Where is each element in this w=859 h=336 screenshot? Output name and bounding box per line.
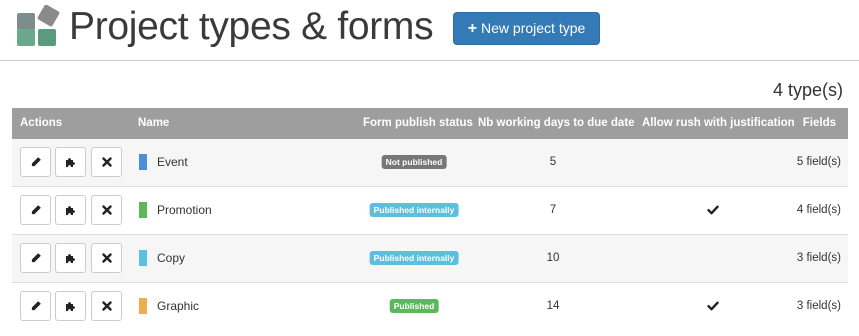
type-name: Graphic (157, 299, 200, 313)
due-days-value: 7 (549, 204, 557, 216)
publish-status-badge: Published (389, 299, 439, 313)
table-body: Event Not published 5 5 field(s) Promotion Pu… (12, 139, 848, 330)
puzzle-icon (66, 253, 75, 263)
edit-icon (31, 253, 41, 263)
configure-fields-button[interactable] (55, 147, 86, 177)
table-row: Promotion Published internally 7 4 field(s) (12, 187, 848, 235)
due-days-value: 10 (546, 252, 560, 264)
edit-icon (31, 205, 41, 215)
type-color-swatch (139, 298, 147, 314)
configure-fields-button[interactable] (55, 195, 86, 225)
edit-button[interactable] (20, 147, 51, 177)
table-header: Actions Name Form publish status Nb work… (12, 108, 848, 139)
header-divider (0, 60, 859, 61)
check-icon (707, 301, 719, 311)
puzzle-icon (66, 157, 75, 167)
type-count-value: 4 (772, 80, 783, 100)
delete-button[interactable] (91, 147, 122, 177)
publish-status-badge: Published internally (369, 203, 459, 217)
type-name: Event (157, 155, 188, 169)
app-logo-icon (17, 5, 60, 46)
due-days-value: 14 (546, 300, 560, 312)
delete-icon (101, 205, 112, 215)
column-header-publish-status: Form publish status (363, 117, 473, 129)
delete-button[interactable] (91, 195, 122, 225)
field-count: 3 field(s) (796, 300, 841, 312)
type-name: Promotion (157, 203, 212, 217)
type-color-swatch (139, 202, 147, 218)
column-header-name: Name (138, 117, 170, 129)
delete-button[interactable] (91, 291, 122, 321)
delete-icon (101, 301, 112, 311)
column-header-rush: Allow rush with justification (642, 117, 795, 129)
configure-fields-button[interactable] (55, 243, 86, 273)
check-icon (707, 205, 719, 215)
type-count-unit: type(s) (787, 80, 843, 100)
type-count: 4 type(s) (773, 80, 843, 101)
table-row: Graphic Published 14 3 field(s) (12, 283, 848, 330)
publish-status-badge: Published internally (369, 251, 459, 265)
edit-button[interactable] (20, 243, 51, 273)
field-count: 3 field(s) (796, 252, 841, 264)
delete-button[interactable] (91, 243, 122, 273)
new-project-type-label: New project type (481, 20, 586, 36)
edit-button[interactable] (20, 195, 51, 225)
project-types-table: Actions Name Form publish status Nb work… (12, 108, 848, 330)
edit-icon (31, 157, 41, 167)
field-count: 4 field(s) (796, 204, 841, 216)
column-header-actions: Actions (20, 117, 63, 129)
column-header-days: Nb working days to due date (478, 117, 635, 129)
page-title: Project types & forms (69, 5, 434, 48)
column-header-fields: Fields (802, 117, 836, 129)
due-days-value: 5 (549, 156, 557, 168)
type-color-swatch (139, 154, 147, 170)
edit-icon (31, 301, 41, 311)
delete-icon (101, 253, 112, 263)
table-row: Event Not published 5 5 field(s) (12, 139, 848, 187)
configure-fields-button[interactable] (55, 291, 86, 321)
puzzle-icon (66, 301, 75, 311)
edit-button[interactable] (20, 291, 51, 321)
plus-icon: + (467, 20, 478, 37)
field-count: 5 field(s) (796, 156, 841, 168)
type-name: Copy (157, 251, 186, 265)
delete-icon (101, 157, 112, 167)
publish-status-badge: Not published (381, 155, 447, 169)
table-row: Copy Published internally 10 3 field(s) (12, 235, 848, 283)
type-color-swatch (139, 250, 147, 266)
puzzle-icon (66, 205, 75, 215)
new-project-type-button[interactable]: + New project type (453, 12, 600, 45)
